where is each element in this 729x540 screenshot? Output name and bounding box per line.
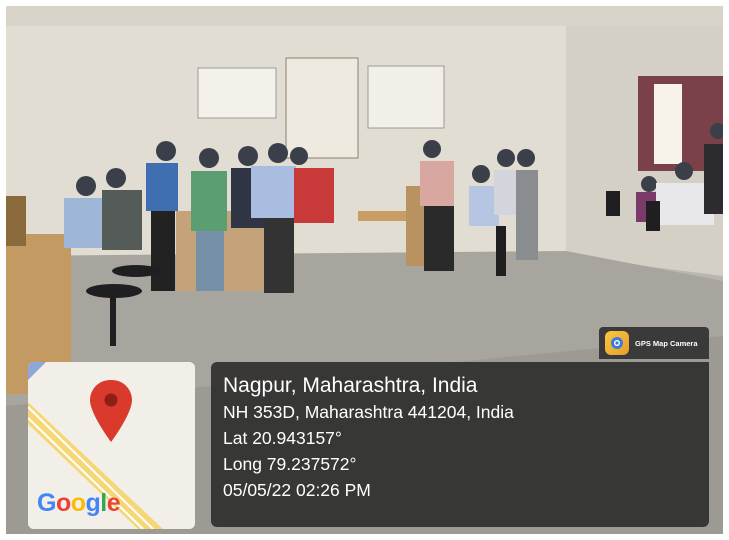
longitude-line: Long 79.237572° — [223, 454, 357, 474]
address-line: NH 353D, Maharashtra 441204, India — [223, 402, 514, 422]
city-line: Nagpur, Maharashtra, India — [223, 374, 478, 397]
latitude-line: Lat 20.943157° — [223, 428, 342, 448]
location-info-panel: Nagpur, Maharashtra, India NH 353D, Maha… — [211, 362, 709, 527]
map-thumbnail: Google — [28, 362, 195, 529]
gps-camera-label: GPS Map Camera — [635, 338, 698, 348]
gps-camera-badge: GPS Map Camera — [599, 327, 709, 359]
google-logo: Google — [37, 489, 121, 517]
datetime-line: 05/05/22 02:26 PM — [223, 480, 371, 500]
gps-camera-app-icon — [605, 331, 629, 355]
